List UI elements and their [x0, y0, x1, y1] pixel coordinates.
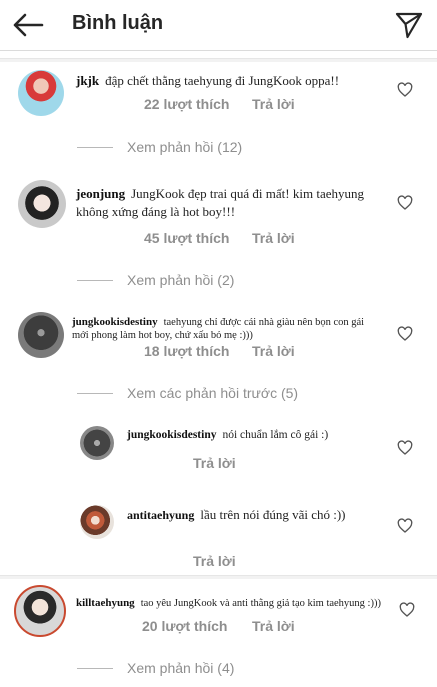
comment-username[interactable]: jungkookisdestiny [72, 316, 158, 328]
divider [0, 58, 437, 62]
reply-username[interactable]: jungkookisdestiny [127, 429, 216, 441]
avatar[interactable] [80, 505, 114, 539]
comment-text: jeonjung JungKook đẹp trai quá đi mất! ki… [76, 186, 364, 219]
avatar[interactable] [18, 312, 64, 358]
like-count[interactable]: 20 lượt thích [142, 618, 227, 634]
heart-icon[interactable] [399, 602, 415, 618]
like-count[interactable]: 22 lượt thích [144, 96, 229, 112]
divider [0, 575, 437, 579]
avatar[interactable] [14, 585, 66, 637]
replies-line [77, 147, 113, 148]
comment-username[interactable]: jeonjung [76, 186, 125, 201]
replies-line [77, 280, 113, 281]
view-replies-button[interactable]: Xem phản hồi (4) [127, 660, 234, 676]
comment-username[interactable]: killtaehyung [76, 597, 135, 609]
reply-button[interactable]: Trả lời [252, 343, 295, 359]
view-previous-replies-button[interactable]: Xem các phản hồi trước (5) [127, 385, 298, 401]
comment-text: jungkookisdestiny taehyung chỉ được cái n… [72, 316, 365, 341]
avatar[interactable] [80, 426, 114, 460]
comment-text: jkjk đập chết thằng taehyung đi JungKook … [76, 73, 340, 88]
send-icon[interactable] [395, 11, 423, 39]
back-arrow-icon[interactable] [12, 12, 44, 38]
reply-username[interactable]: antitaehyung [127, 508, 194, 522]
heart-icon[interactable] [397, 195, 413, 211]
avatar[interactable] [18, 70, 64, 116]
view-replies-button[interactable]: Xem phản hồi (12) [127, 139, 242, 155]
like-count[interactable]: 18 lượt thích [144, 343, 229, 359]
header-bar: Bình luận [0, 0, 437, 51]
reply-text: antitaehyung lầu trên nói đúng vãi chó :)… [127, 507, 346, 522]
reply-button[interactable]: Trả lời [252, 230, 295, 246]
heart-icon[interactable] [397, 518, 413, 534]
avatar[interactable] [18, 180, 66, 228]
heart-icon[interactable] [397, 326, 413, 342]
reply-button[interactable]: Trả lời [252, 96, 295, 112]
comment-username[interactable]: jkjk [76, 73, 99, 88]
replies-line [77, 393, 113, 394]
reply-button[interactable]: Trả lời [193, 553, 236, 569]
view-replies-button[interactable]: Xem phản hồi (2) [127, 272, 234, 288]
reply-button[interactable]: Trả lời [252, 618, 295, 634]
reply-text: jungkookisdestiny nói chuẩn lắm cô gái :) [127, 429, 329, 441]
like-count[interactable]: 45 lượt thích [144, 230, 229, 246]
heart-icon[interactable] [397, 440, 413, 456]
heart-icon[interactable] [397, 82, 413, 98]
comment-text: killtaehyung tao yêu JungKook và anti thằ… [76, 597, 381, 609]
replies-line [77, 668, 113, 669]
reply-button[interactable]: Trả lời [193, 455, 236, 471]
page-title: Bình luận [72, 12, 164, 34]
